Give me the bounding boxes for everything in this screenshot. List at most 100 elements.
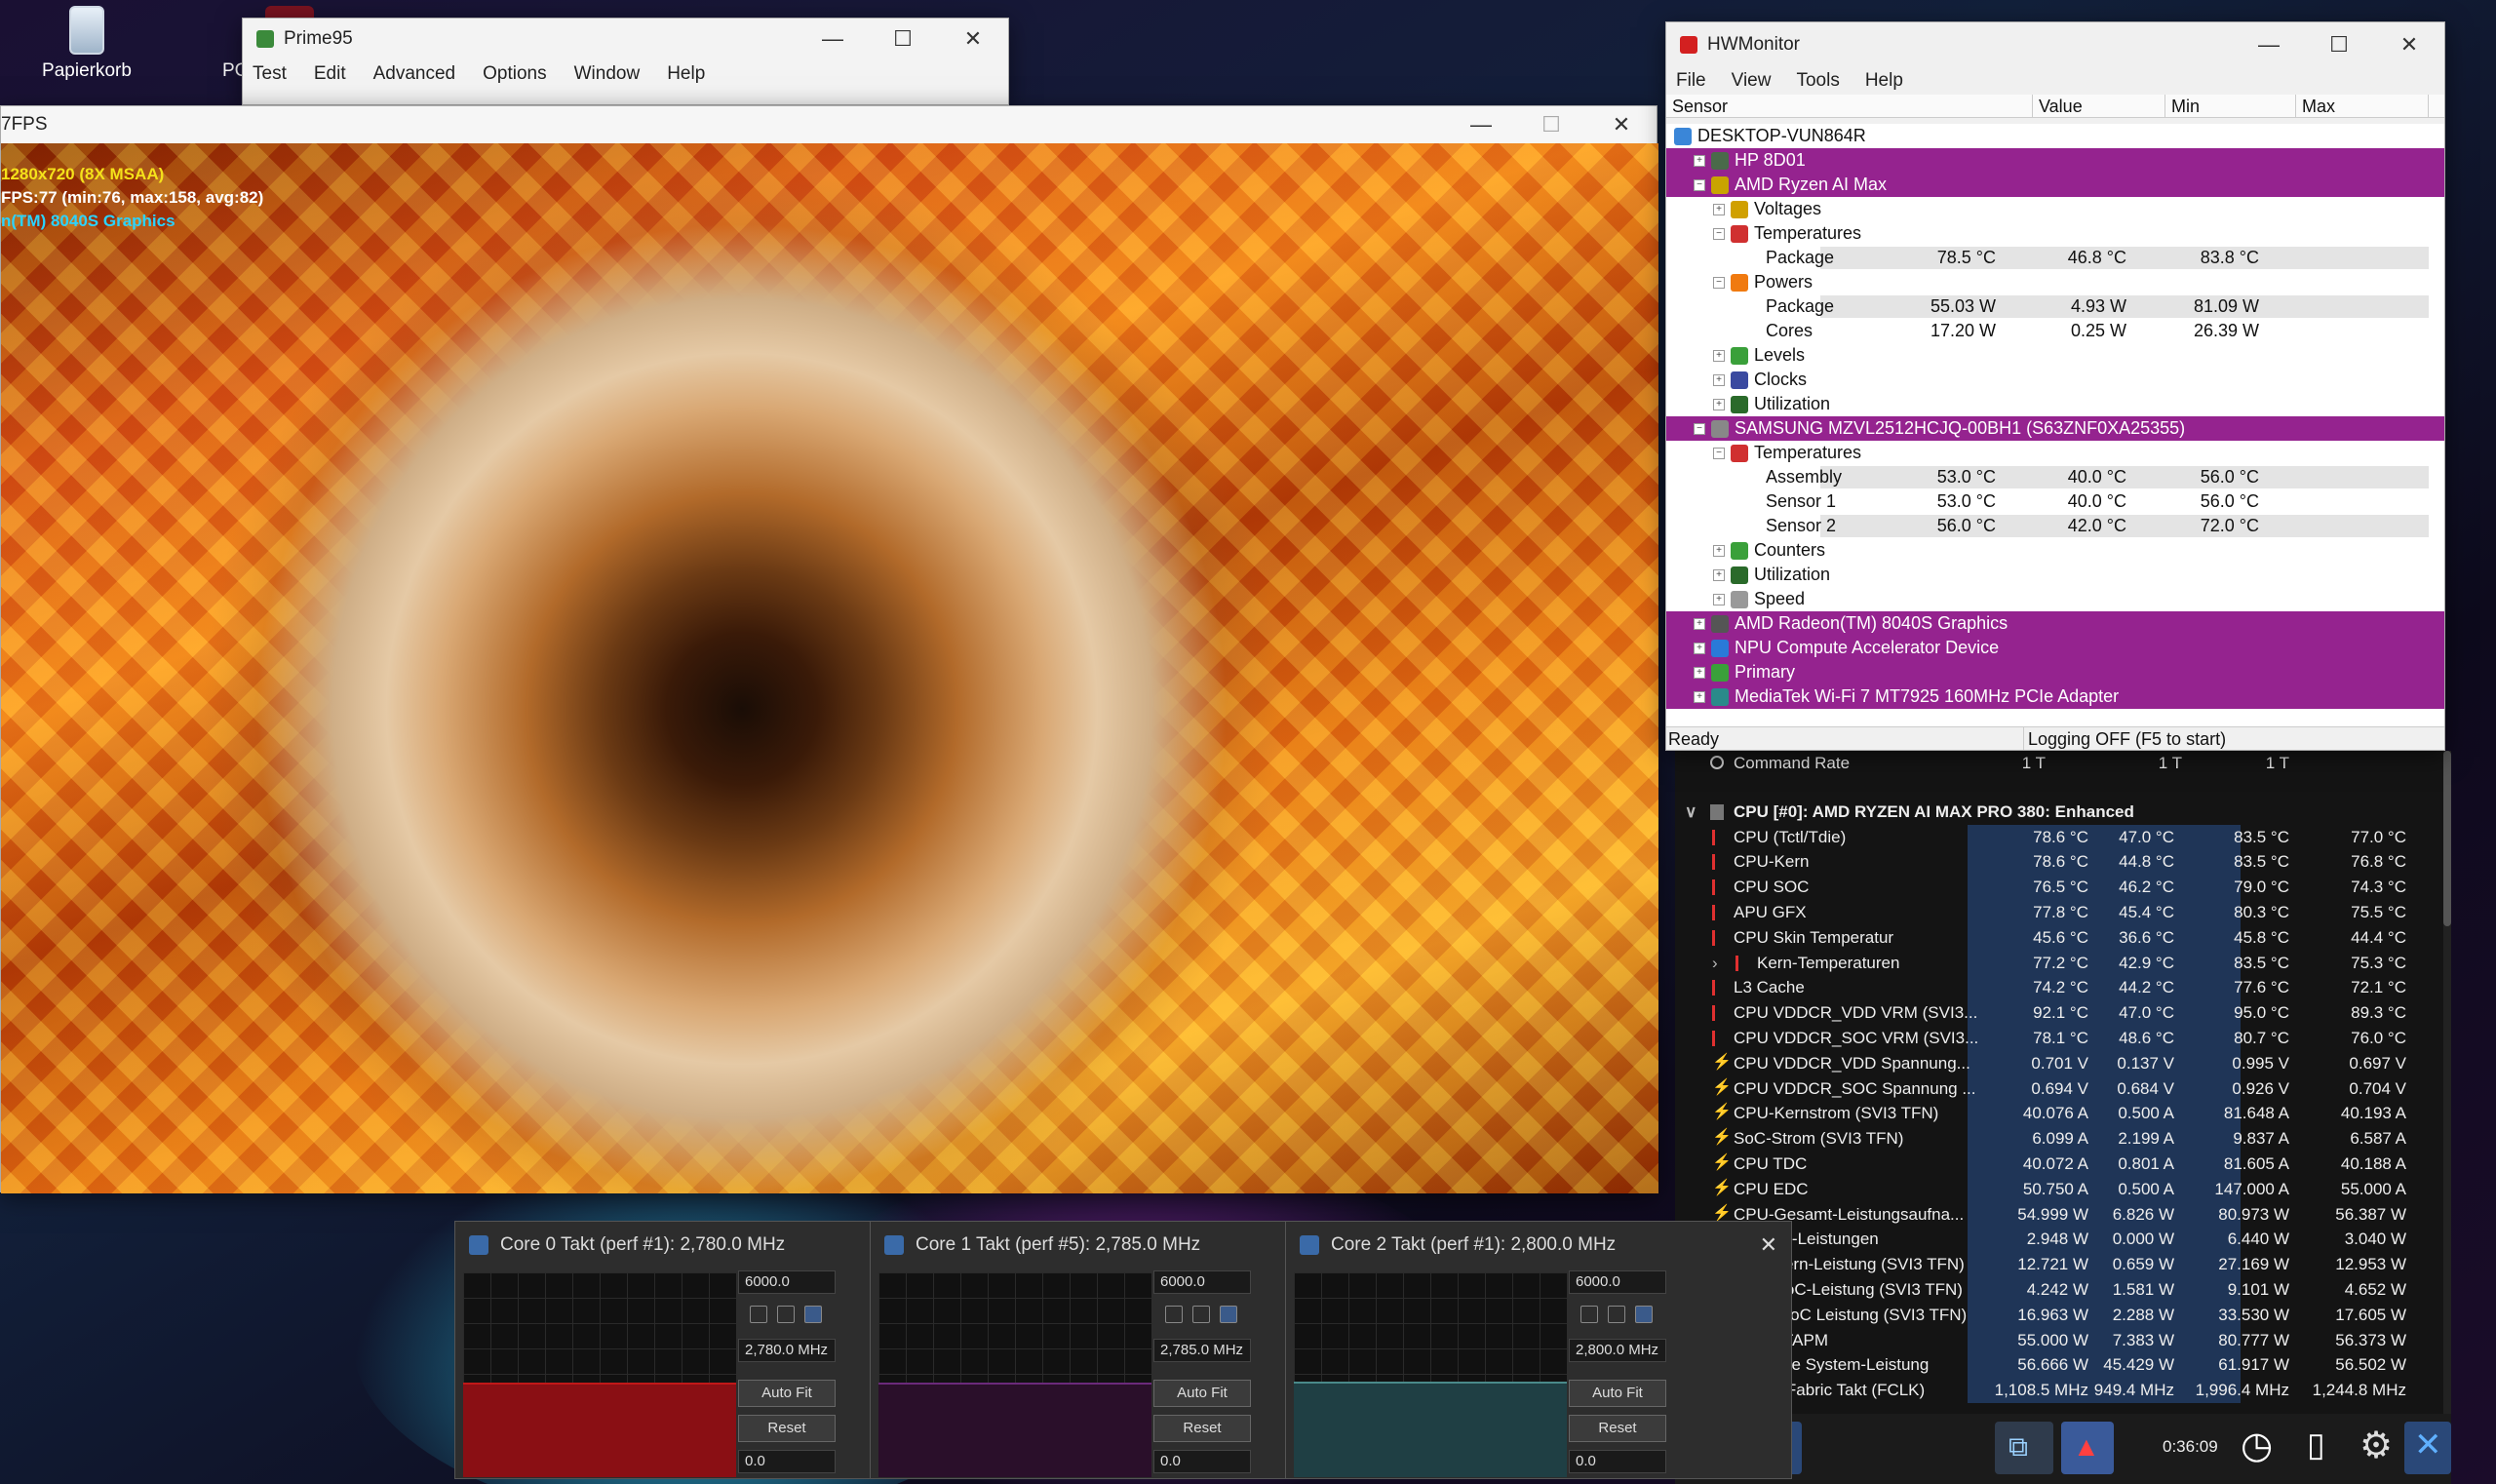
tree-row[interactable]: Sensor 2 56.0 °C 42.0 °C 72.0 °C <box>1666 514 2444 538</box>
menu-advanced[interactable]: Advanced <box>373 63 456 85</box>
sensor-row-command-rate[interactable]: Command Rate 1 T 1 T 1 T <box>1675 751 2451 776</box>
checkbox[interactable] <box>1635 1306 1653 1323</box>
chevron-right-icon[interactable]: › <box>1712 951 1718 976</box>
tree-row[interactable]: + Utilization <box>1666 563 2444 587</box>
sensor-row[interactable]: ⚡ CPU-Kernstrom (SVI3 TFN) 40.076 A 0.500 A… <box>1675 1101 2451 1127</box>
reset-button[interactable]: Reset <box>1569 1415 1666 1442</box>
expand-toggle-icon[interactable]: + <box>1713 593 1725 605</box>
sensor-row[interactable]: ⚡ CPU TDC 40.072 A 0.801 A 81.605 A 40.188 A <box>1675 1151 2451 1177</box>
title-bar[interactable]: 7FPS <box>1 106 1657 143</box>
checkbox[interactable] <box>1165 1306 1183 1323</box>
sensor-row[interactable]: CPU-Kern 78.6 °C 44.8 °C 83.5 °C 76.8 °C <box>1675 849 2451 876</box>
title-bar[interactable]: Core 2 Takt (perf #1): 2,800.0 MHz ✕ <box>1286 1222 1791 1269</box>
expand-toggle-icon[interactable]: + <box>1713 544 1725 557</box>
expand-toggle-icon[interactable]: + <box>1713 398 1725 410</box>
sensor-row[interactable]: CPU VDDCR_SOC VRM (SVI3... 78.1 °C 48.6 °C… <box>1675 1025 2451 1051</box>
scrollbar[interactable] <box>2443 751 2451 1414</box>
max-value-field[interactable]: 6000.0 <box>738 1270 836 1294</box>
max-value-field[interactable]: 6000.0 <box>1569 1270 1666 1294</box>
min-value-field[interactable]: 0.0 <box>738 1450 836 1473</box>
sensor-row[interactable]: CPU Skin Temperatur 45.6 °C 36.6 °C 45.8 °C… <box>1675 924 2451 951</box>
clock-graph-window[interactable]: Core 2 Takt (perf #1): 2,800.0 MHz ✕ 600… <box>1285 1221 1792 1479</box>
sensor-row[interactable]: ⚡ SoC-Strom (SVI3 TFN) 6.099 A 2.199 A 9.837… <box>1675 1126 2451 1152</box>
menu-test[interactable]: Test <box>253 63 287 85</box>
sensor-row[interactable]: ⚡ CPU EDC 50.750 A 0.500 A 147.000 A 55.000 A <box>1675 1176 2451 1202</box>
report-button[interactable]: ▲ <box>2061 1422 2114 1474</box>
desktop-icon-pc[interactable]: PC <box>172 6 314 81</box>
checkbox[interactable] <box>750 1306 767 1323</box>
tree-row[interactable]: + Counters <box>1666 538 2444 563</box>
expand-toggle-icon[interactable]: + <box>1694 154 1705 167</box>
auto-fit-button[interactable]: Auto Fit <box>1153 1380 1251 1407</box>
expand-toggle-icon[interactable]: − <box>1694 422 1705 435</box>
checkbox[interactable] <box>804 1306 822 1323</box>
desktop-icon-recycle-bin[interactable]: Papierkorb <box>14 6 160 82</box>
close-button[interactable]: ✕ <box>938 19 1008 59</box>
sensor-row[interactable]: CPU SOC 76.5 °C 46.2 °C 79.0 °C 74.3 °C <box>1675 875 2451 900</box>
expand-toggle-icon[interactable]: − <box>1694 178 1705 191</box>
tree-row[interactable]: + Speed <box>1666 587 2444 611</box>
expand-toggle-icon[interactable]: + <box>1713 568 1725 581</box>
maximize-button[interactable]: ☐ <box>868 19 938 59</box>
reset-button[interactable]: Reset <box>1153 1415 1251 1442</box>
expand-toggle-icon[interactable]: + <box>1694 642 1705 654</box>
close-button[interactable]: ✕ <box>2374 22 2444 67</box>
menu-help[interactable]: Help <box>1865 70 1903 92</box>
minimize-button[interactable]: — <box>2234 22 2304 67</box>
sensor-row[interactable]: CPU VDDCR_VDD VRM (SVI3... 92.1 °C 47.0 °C… <box>1675 1000 2451 1026</box>
max-value-field[interactable]: 6000.0 <box>1153 1270 1251 1294</box>
tree-row[interactable]: + NPU Compute Accelerator Device <box>1666 636 2444 660</box>
prime95-window[interactable]: Prime95 — ☐ ✕ Test Edit Advanced Options… <box>242 18 1009 105</box>
tree-row[interactable]: − SAMSUNG MZVL2512HCJQ-00BH1 (S63ZNF0XA25… <box>1666 416 2444 441</box>
tree-row[interactable]: − Temperatures <box>1666 221 2444 246</box>
menu-file[interactable]: File <box>1676 70 1706 92</box>
tree-row[interactable]: + Utilization <box>1666 392 2444 416</box>
sensor-row[interactable]: ⚡ CPU VDDCR_SOC Spannung ... 0.694 V 0.684 … <box>1675 1075 2451 1102</box>
tree-row[interactable]: − AMD Ryzen AI Max <box>1666 173 2444 197</box>
expand-toggle-icon[interactable]: + <box>1713 349 1725 362</box>
minimize-button[interactable]: — <box>798 19 868 59</box>
close-button[interactable]: ✕ <box>1586 106 1657 143</box>
expand-toggle-icon[interactable]: + <box>1694 617 1705 630</box>
tree-row[interactable]: + Levels <box>1666 343 2444 368</box>
expand-toggle-icon[interactable]: − <box>1713 276 1725 289</box>
tree-row[interactable]: Cores 17.20 W 0.25 W 26.39 W <box>1666 319 2444 343</box>
settings-button[interactable]: ⚙ <box>2352 1422 2404 1474</box>
auto-fit-button[interactable]: Auto Fit <box>1569 1380 1666 1407</box>
checkbox[interactable] <box>777 1306 795 1323</box>
sensor-group-header[interactable]: ∨ CPU [#0]: AMD RYZEN AI MAX PRO 380: En… <box>1675 800 2451 825</box>
expand-toggle-icon[interactable]: + <box>1713 373 1725 386</box>
maximize-button[interactable]: ☐ <box>1516 106 1586 143</box>
tree-row[interactable]: Sensor 1 53.0 °C 40.0 °C 56.0 °C <box>1666 489 2444 514</box>
expand-toggle-icon[interactable]: − <box>1713 447 1725 459</box>
menu-tools[interactable]: Tools <box>1796 70 1839 92</box>
hwmonitor-window[interactable]: HWMonitor — ☐ ✕ File View Tools Help Sen… <box>1665 21 2445 751</box>
tree-row[interactable]: + Primary <box>1666 660 2444 684</box>
col-sensor[interactable]: Sensor <box>1666 95 2033 117</box>
furmark-window[interactable]: 7FPS — ☐ ✕ 1280x720 (8X MSAA) FPS:77 (mi… <box>0 105 1658 1193</box>
col-max[interactable]: Max <box>2296 95 2429 117</box>
close-sensors-button[interactable]: ✕ <box>2404 1422 2451 1474</box>
expand-toggle-icon[interactable]: + <box>1694 690 1705 703</box>
maximize-button[interactable]: ☐ <box>2304 22 2374 67</box>
network-button[interactable]: ⧉ <box>1995 1422 2053 1474</box>
tree-row[interactable]: Assembly 53.0 °C 40.0 °C 56.0 °C <box>1666 465 2444 489</box>
menu-edit[interactable]: Edit <box>314 63 346 85</box>
menu-window[interactable]: Window <box>574 63 641 85</box>
reset-button[interactable]: Reset <box>738 1415 836 1442</box>
menu-view[interactable]: View <box>1732 70 1772 92</box>
tree-row[interactable]: Package 78.5 °C 46.8 °C 83.8 °C <box>1666 246 2444 270</box>
expand-toggle-icon[interactable]: − <box>1713 227 1725 240</box>
sensor-row[interactable]: L3 Cache 74.2 °C 44.2 °C 77.6 °C 72.1 °C <box>1675 975 2451 1001</box>
tree-row[interactable]: DESKTOP-VUN864R <box>1666 124 2444 148</box>
sensor-row[interactable]: APU GFX 77.8 °C 45.4 °C 80.3 °C 75.5 °C <box>1675 899 2451 925</box>
tree-row[interactable]: Package 55.03 W 4.93 W 81.09 W <box>1666 294 2444 319</box>
tree-row[interactable]: + HP 8D01 <box>1666 148 2444 173</box>
sensor-row[interactable]: ⚡ CPU VDDCR_VDD Spannung... 0.701 V 0.137 V… <box>1675 1050 2451 1076</box>
tree-row[interactable]: + Clocks <box>1666 368 2444 392</box>
expand-toggle-icon[interactable]: + <box>1694 666 1705 679</box>
minimize-button[interactable]: — <box>1446 106 1516 143</box>
checkbox[interactable] <box>1192 1306 1210 1323</box>
auto-fit-button[interactable]: Auto Fit <box>738 1380 836 1407</box>
tree-row[interactable]: − Temperatures <box>1666 441 2444 465</box>
